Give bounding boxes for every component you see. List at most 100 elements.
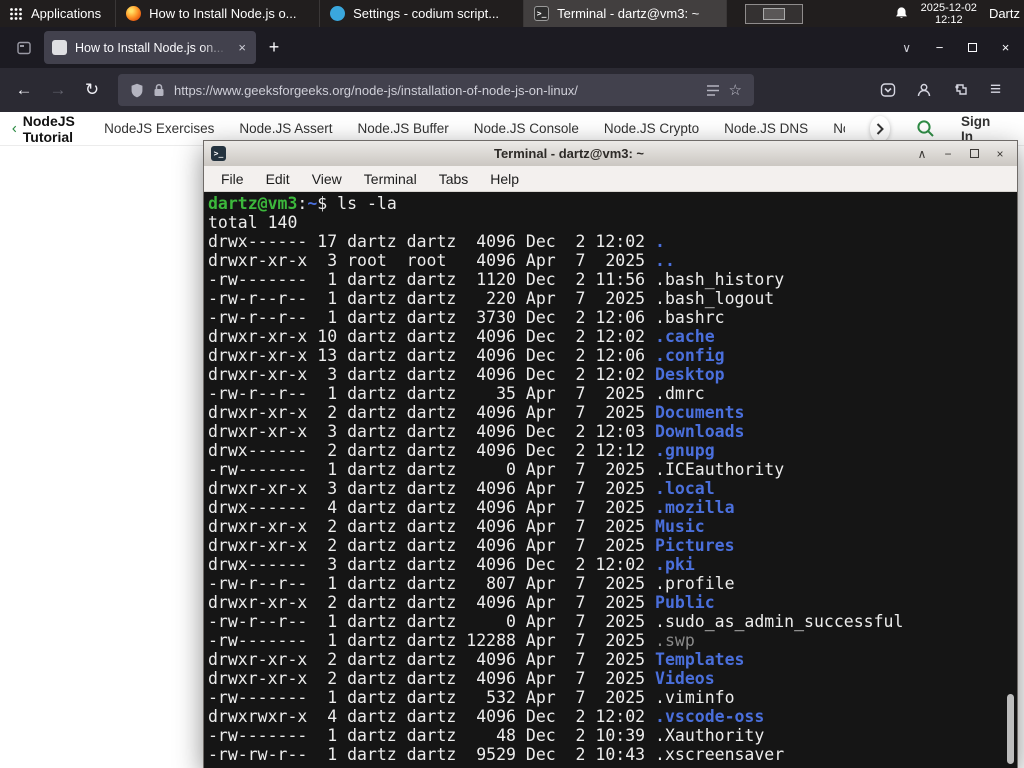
new-tab-button[interactable]: + [260, 34, 288, 62]
terminal-close-button[interactable]: × [990, 145, 1010, 163]
menu-edit[interactable]: Edit [255, 168, 301, 190]
tracking-shield-icon[interactable] [130, 83, 144, 98]
terminal-listing-line: drwxr-xr-x 2 dartz dartz 4096 Apr 7 2025… [208, 650, 745, 669]
maximize-icon [969, 149, 979, 158]
terminal-title: Terminal - dartz@vm3: ~ [493, 146, 645, 161]
terminal-listing-line: drwxr-xr-x 3 dartz dartz 4096 Dec 2 12:0… [208, 365, 725, 384]
menu-tabs[interactable]: Tabs [428, 168, 480, 190]
terminal-listing-line: -rw-r--r-- 1 dartz dartz 807 Apr 7 2025 … [208, 574, 735, 593]
terminal-window: >_ Terminal - dartz@vm3: ~ ∧ − × File Ed… [203, 140, 1018, 768]
account-icon[interactable] [907, 74, 940, 106]
browser-close-button[interactable]: × [989, 33, 1022, 62]
terminal-listing-line: -rw------- 1 dartz dartz 0 Apr 7 2025 .I… [208, 460, 785, 479]
terminal-listing-line: -rw------- 1 dartz dartz 1120 Dec 2 11:5… [208, 270, 785, 289]
reload-button[interactable]: ↻ [76, 74, 108, 106]
sitenav-item-truncated[interactable]: Node [833, 121, 845, 136]
tab-favicon [52, 40, 67, 55]
menu-view[interactable]: View [301, 168, 353, 190]
system-top-bar: Applications How to Install Node.js o...… [0, 0, 1024, 27]
terminal-listing-line: drwxr-xr-x 3 root root 4096 Apr 7 2025 .… [208, 251, 675, 270]
terminal-listing-line: drwx------ 17 dartz dartz 4096 Dec 2 12:… [208, 232, 665, 251]
reader-mode-icon[interactable] [706, 84, 720, 97]
browser-minimize-button[interactable]: − [923, 33, 956, 62]
terminal-titlebar[interactable]: >_ Terminal - dartz@vm3: ~ ∧ − × [204, 141, 1017, 166]
browser-restore-button[interactable] [956, 33, 989, 62]
terminal-listing-line: -rw-r--r-- 1 dartz dartz 3730 Dec 2 12:0… [208, 308, 725, 327]
sitenav-item-assert[interactable]: Node.JS Assert [239, 121, 332, 136]
terminal-scrollbar-thumb[interactable] [1007, 694, 1014, 764]
terminal-scrollbar[interactable] [1005, 192, 1015, 768]
terminal-minimize-button[interactable]: − [938, 145, 958, 163]
menu-terminal[interactable]: Terminal [353, 168, 428, 190]
lock-icon[interactable] [153, 83, 165, 97]
firefox-icon [126, 6, 142, 21]
site-search-icon[interactable] [916, 119, 935, 138]
terminal-listing-line: drwxr-xr-x 2 dartz dartz 4096 Apr 7 2025… [208, 517, 705, 536]
forward-button[interactable]: → [42, 74, 74, 106]
sitenav-item-console[interactable]: Node.JS Console [474, 121, 579, 136]
list-all-tabs-icon[interactable]: ∨ [890, 41, 923, 55]
browser-tab[interactable]: How to Install Node.js on... × [44, 31, 256, 64]
terminal-listing-line: -rw-rw-r-- 1 dartz dartz 9529 Dec 2 10:4… [208, 745, 785, 764]
terminal-listing-line: drwxr-xr-x 3 dartz dartz 4096 Dec 2 12:0… [208, 422, 745, 441]
user-menu[interactable]: Dartz [989, 6, 1020, 21]
system-tray: 2025-12-02 12:12 Dartz [894, 0, 1024, 27]
sitenav-item-exercises[interactable]: NodeJS Exercises [104, 121, 214, 136]
url-bar[interactable]: https://www.geeksforgeeks.org/node-js/in… [118, 74, 754, 106]
prompt-path: ~ [307, 194, 318, 213]
terminal-shade-button[interactable]: ∧ [912, 145, 932, 163]
terminal-listing-line: drwxr-xr-x 2 dartz dartz 4096 Apr 7 2025… [208, 403, 745, 422]
tab-close-icon[interactable]: × [236, 40, 248, 55]
taskbar-item-firefox[interactable]: How to Install Node.js o... [115, 0, 319, 27]
prompt-command: ls -la [337, 194, 397, 213]
terminal-prompt-line: dartz@vm3:~$ ls -la [208, 194, 1003, 213]
terminal-screen[interactable]: dartz@vm3:~$ ls -la total 140 drwx------… [204, 192, 1017, 768]
terminal-listing-line: drwxr-xr-x 2 dartz dartz 4096 Apr 7 2025… [208, 593, 715, 612]
terminal-icon: >_ [534, 6, 550, 21]
tab-title: How to Install Node.js on... [75, 40, 224, 55]
screen: Applications How to Install Node.js o...… [0, 0, 1024, 768]
nav-scroll-right-button[interactable] [869, 115, 890, 142]
clock-date: 2025-12-02 [920, 1, 977, 14]
sitenav-item-crypto[interactable]: Node.JS Crypto [604, 121, 699, 136]
prompt-colon: : [297, 194, 308, 213]
applications-grid-icon [9, 7, 23, 21]
terminal-listing-line: drwxrwxr-x 4 dartz dartz 4096 Dec 2 12:0… [208, 707, 765, 726]
terminal-listing-line: drwxr-xr-x 3 dartz dartz 4096 Apr 7 2025… [208, 479, 715, 498]
clock-time: 12:12 [935, 13, 963, 26]
sign-in-button[interactable]: Sign In [961, 114, 996, 144]
pocket-icon[interactable] [871, 74, 904, 106]
sitenav-item-buffer[interactable]: Node.JS Buffer [357, 121, 448, 136]
taskbar-item-terminal[interactable]: >_ Terminal - dartz@vm3: ~ [523, 0, 728, 27]
notification-bell-icon[interactable] [894, 6, 909, 21]
window-taskbar: How to Install Node.js o... Settings - c… [115, 0, 728, 27]
terminal-listing-line: drwx------ 4 dartz dartz 4096 Apr 7 2025… [208, 498, 735, 517]
sitenav-item-dns[interactable]: Node.JS DNS [724, 121, 808, 136]
menu-file[interactable]: File [210, 168, 255, 190]
terminal-listing: drwx------ 17 dartz dartz 4096 Dec 2 12:… [208, 232, 1003, 764]
taskbar-item-codium[interactable]: Settings - codium script... [319, 0, 523, 27]
workspace-switcher[interactable] [745, 3, 804, 24]
firefox-view-icon[interactable] [10, 34, 38, 62]
menu-help[interactable]: Help [479, 168, 530, 190]
terminal-maximize-button[interactable] [964, 145, 984, 163]
hamburger-menu-icon[interactable]: ≡ [979, 74, 1012, 106]
bookmark-star-icon[interactable]: ☆ [729, 81, 742, 99]
workspace-window-preview [763, 7, 786, 20]
terminal-listing-line: -rw-r--r-- 1 dartz dartz 0 Apr 7 2025 .s… [208, 612, 904, 631]
terminal-app-icon: >_ [211, 146, 226, 161]
prompt-symbol: $ [317, 194, 338, 213]
back-button[interactable]: ← [8, 74, 40, 106]
applications-menu-button[interactable]: Applications [0, 0, 115, 27]
applications-label: Applications [31, 6, 102, 21]
sitenav-primary-label: NodeJS Tutorial [22, 112, 75, 145]
url-text: https://www.geeksforgeeks.org/node-js/in… [174, 82, 578, 98]
terminal-listing-line: -rw-r--r-- 1 dartz dartz 35 Apr 7 2025 .… [208, 384, 705, 403]
terminal-listing-line: drwxr-xr-x 2 dartz dartz 4096 Apr 7 2025… [208, 669, 715, 688]
extensions-icon[interactable] [943, 74, 976, 106]
terminal-total-line: total 140 [208, 213, 298, 232]
taskbar-item-label: Settings - codium script... [353, 6, 500, 21]
sitenav-primary[interactable]: NodeJS Tutorial [12, 113, 79, 145]
clock[interactable]: 2025-12-02 12:12 [921, 2, 977, 26]
taskbar-item-label: Terminal - dartz@vm3: ~ [557, 6, 700, 21]
